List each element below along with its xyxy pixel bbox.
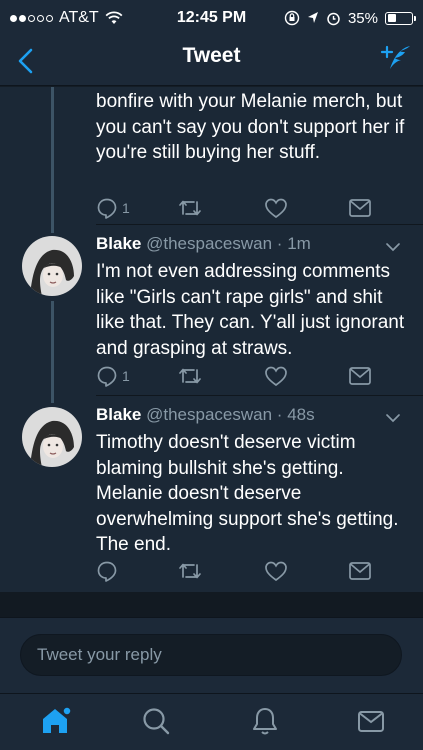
carrier-label: AT&T (59, 9, 99, 26)
author-handle[interactable]: @thespaceswan (146, 405, 272, 424)
heart-icon (265, 198, 287, 219)
tweet[interactable]: bonfire with your Melanie merch, but you… (0, 87, 423, 233)
nav-bar: Tweet (0, 36, 423, 86)
messages-icon[interactable] (354, 704, 388, 738)
tweet-text: Timothy doesn't deserve victim blaming b… (96, 432, 399, 555)
tweet-text: I'm not even addressing comments like "G… (96, 261, 405, 359)
envelope-icon (349, 367, 371, 385)
tweet-header: Blake @thespaceswan · 48s (96, 405, 383, 425)
like-button[interactable] (264, 197, 288, 219)
reply-bar: Tweet your reply (0, 617, 423, 693)
envelope-icon (349, 562, 371, 580)
status-right: 35% (284, 9, 416, 27)
thread-end-spacer (0, 592, 423, 617)
tweet-actions: 1 (96, 197, 376, 219)
battery-fill (387, 14, 396, 22)
battery-icon (385, 11, 416, 25)
status-left: AT&T (10, 9, 123, 27)
retweet-button[interactable] (178, 560, 202, 582)
tweet-thread[interactable]: bonfire with your Melanie merch, but you… (0, 87, 423, 617)
direct-message-button[interactable] (348, 560, 372, 582)
reply-icon (97, 366, 117, 387)
page-title: Tweet (182, 44, 241, 67)
avatar-image (22, 407, 82, 467)
reply-button[interactable]: 1 (96, 197, 130, 219)
battery-percent: 35% (347, 9, 378, 27)
retweet-icon (179, 200, 201, 216)
direct-message-button[interactable] (348, 197, 372, 219)
tweet-header: Blake @thespaceswan · 1m (96, 234, 383, 254)
search-icon[interactable] (139, 704, 173, 738)
tweet[interactable]: Blake @thespaceswan · 48s Timothy doesn'… (0, 395, 423, 591)
reply-icon (97, 198, 117, 219)
heart-icon (265, 561, 287, 582)
location-icon (307, 12, 318, 23)
reply-button[interactable]: 1 (96, 365, 130, 387)
retweet-button[interactable] (178, 197, 202, 219)
heart-icon (265, 366, 287, 387)
reply-button[interactable] (96, 560, 122, 582)
avatar[interactable] (22, 236, 82, 296)
chevron-down-icon[interactable] (385, 413, 401, 423)
tweet[interactable]: Blake @thespaceswan · 1m I'm not even ad… (0, 224, 423, 396)
tweet-timestamp: 48s (287, 405, 315, 424)
tweet-text: bonfire with your Melanie merch, but you… (96, 91, 405, 163)
tweet-timestamp: 1m (287, 234, 311, 253)
tweet-actions (96, 560, 376, 582)
author-name[interactable]: Blake (96, 234, 141, 253)
author-name[interactable]: Blake (96, 405, 141, 424)
reply-count: 1 (122, 368, 130, 384)
direct-message-button[interactable] (348, 365, 372, 387)
reply-count: 1 (122, 200, 130, 216)
compose-tweet-icon[interactable] (379, 42, 413, 76)
envelope-icon (349, 199, 371, 217)
chevron-down-icon[interactable] (385, 242, 401, 252)
wifi-icon (105, 11, 123, 24)
alarm-icon (327, 12, 340, 25)
header-separator: · (276, 234, 283, 253)
avatar-image (22, 236, 82, 296)
notifications-icon[interactable] (248, 704, 282, 738)
tab-bar (0, 693, 423, 750)
header-separator: · (276, 405, 283, 424)
avatar[interactable] (22, 407, 82, 467)
tweet-actions: 1 (96, 365, 376, 387)
retweet-button[interactable] (178, 365, 202, 387)
author-handle[interactable]: @thespaceswan (146, 234, 272, 253)
orientation-lock-icon (284, 10, 300, 26)
reply-icon (97, 561, 117, 582)
like-button[interactable] (264, 560, 288, 582)
status-bar: AT&T 12:45 PM 35% (0, 0, 423, 36)
signal-strength-icon (10, 14, 53, 22)
retweet-icon (179, 563, 201, 579)
like-button[interactable] (264, 365, 288, 387)
home-icon[interactable] (39, 704, 73, 738)
reply-input[interactable]: Tweet your reply (20, 634, 402, 676)
retweet-icon (179, 368, 201, 384)
